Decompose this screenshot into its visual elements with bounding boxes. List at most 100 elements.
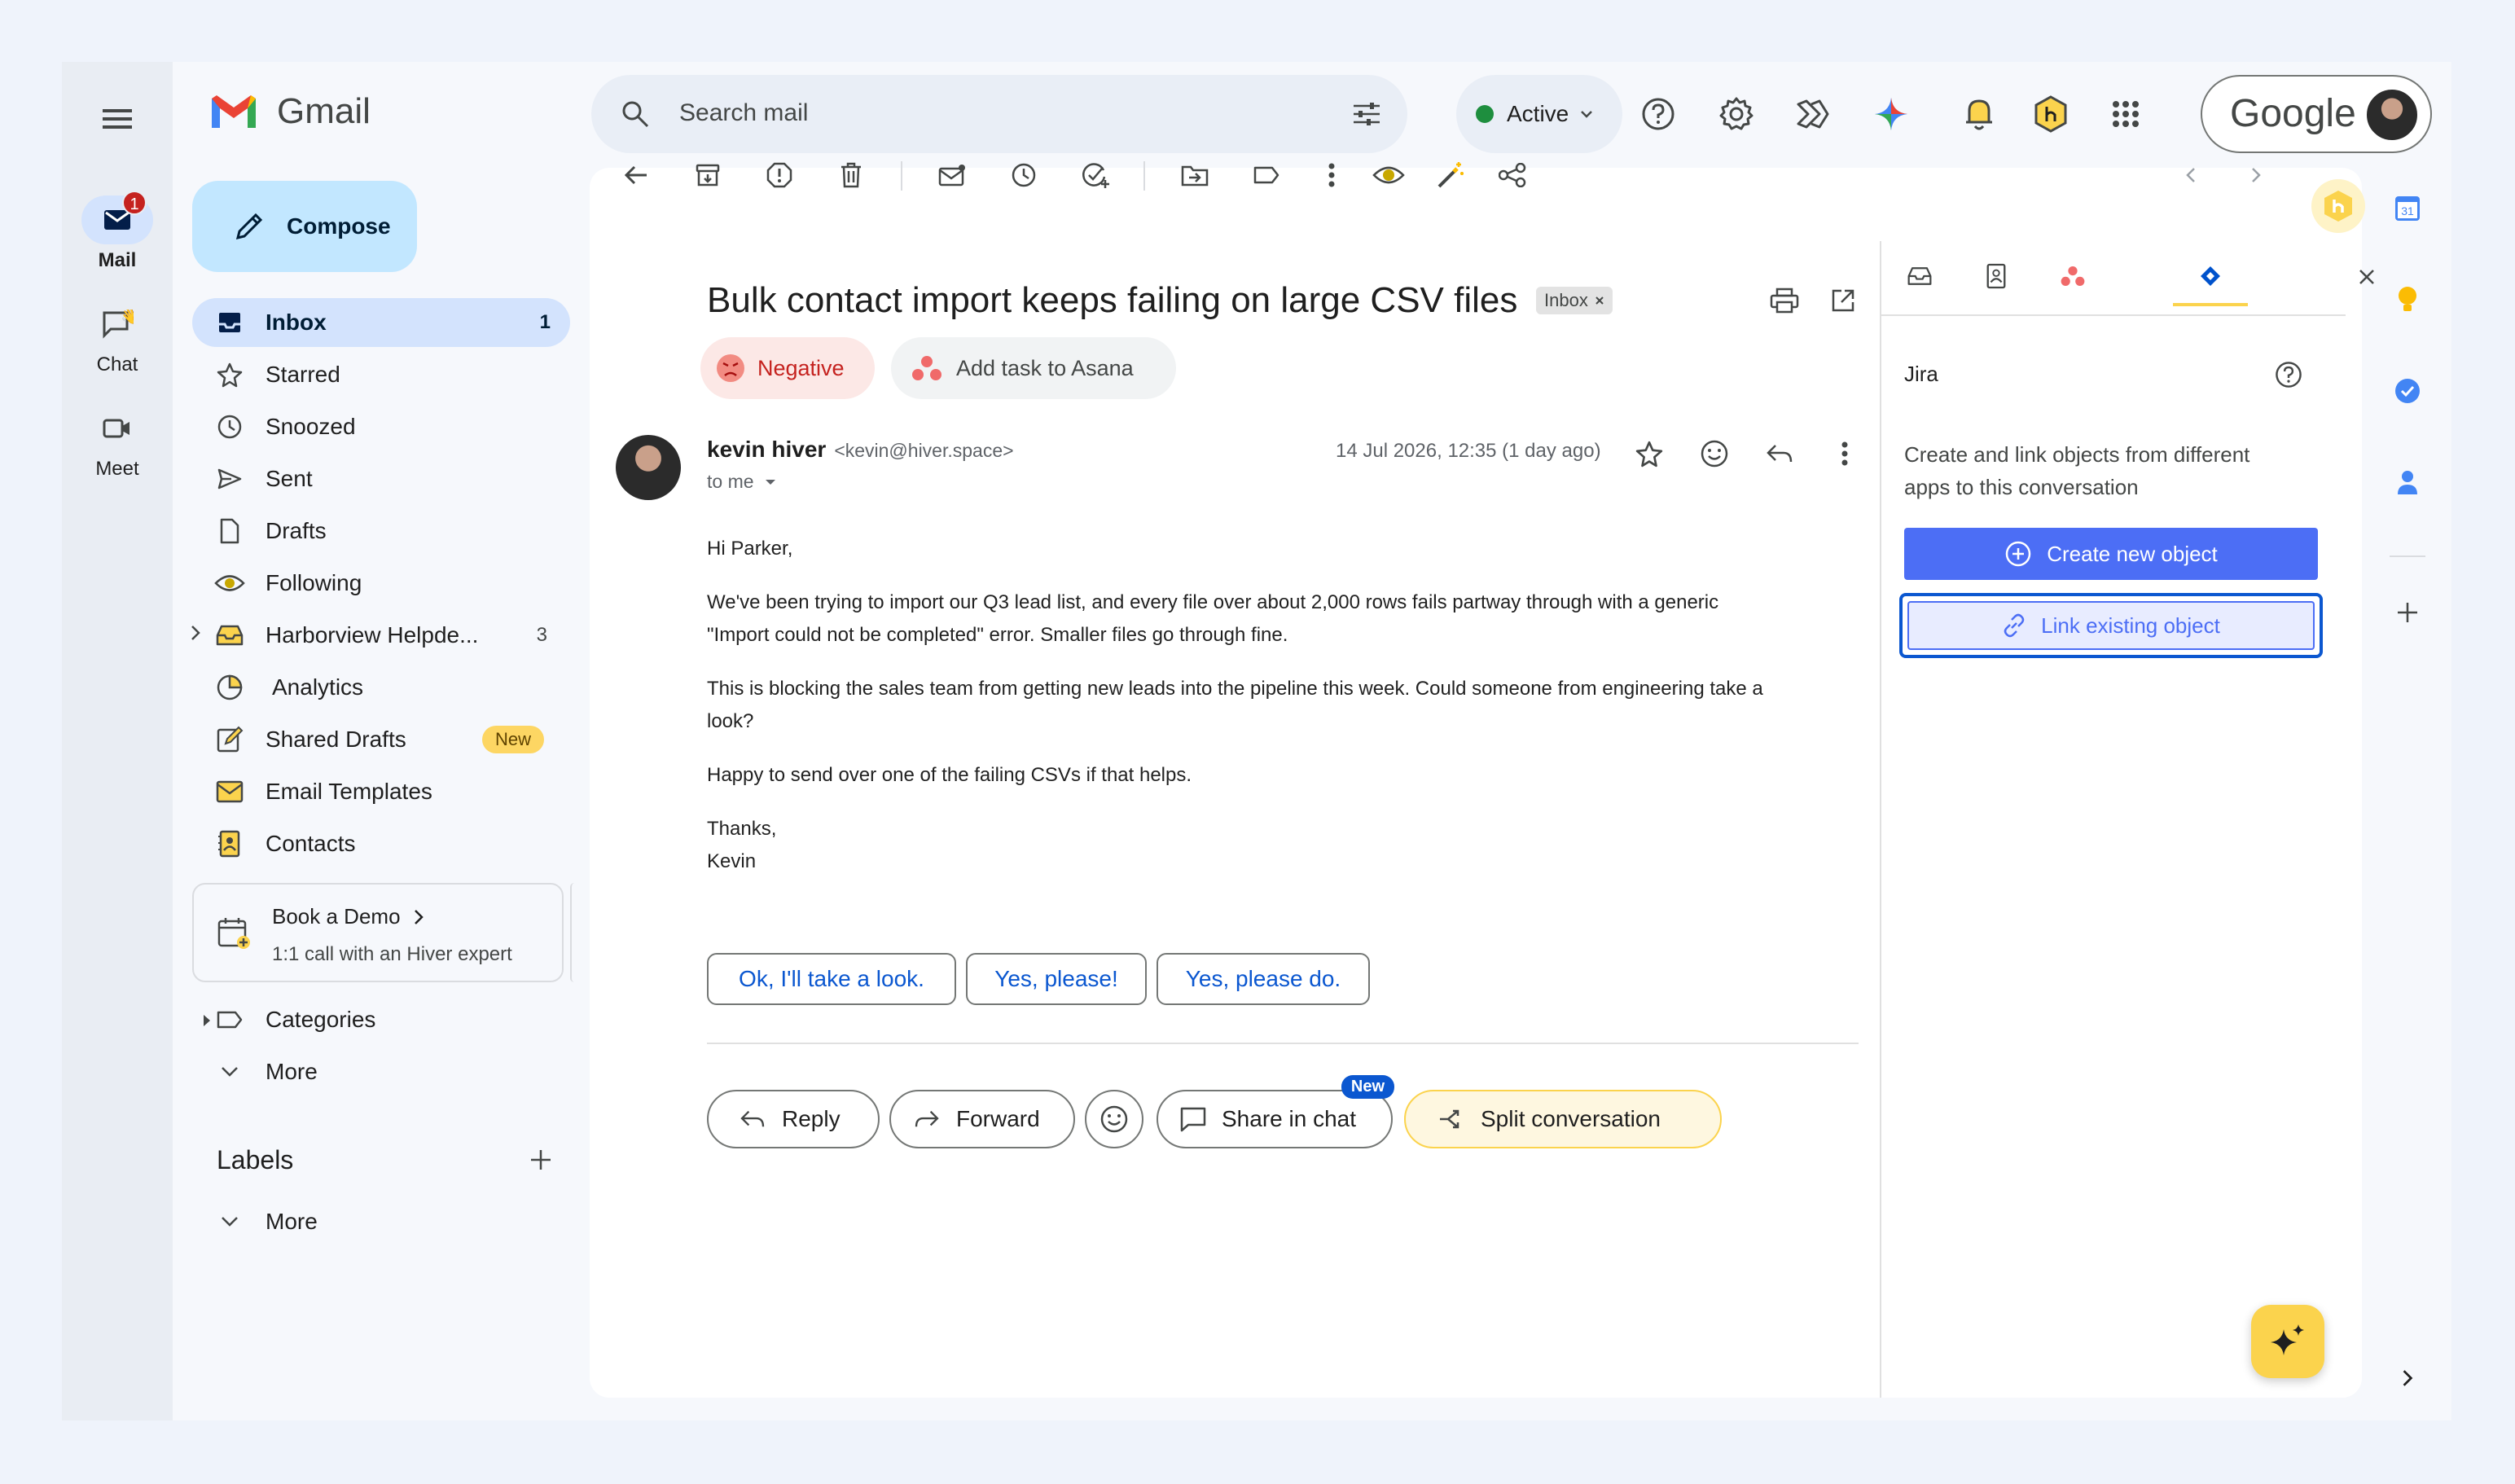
search-input[interactable]: Search mail — [679, 99, 808, 127]
sentiment-chip[interactable]: Negative — [700, 337, 875, 399]
gemini-sparkle-icon[interactable] — [1868, 91, 1914, 137]
older-chevron-icon[interactable] — [2240, 155, 2272, 195]
rail-chat[interactable]: 👋 Chat — [62, 300, 173, 376]
panel-tab-asana-icon[interactable] — [2052, 256, 2093, 296]
add-to-tasks-icon[interactable] — [1075, 155, 1116, 195]
google-account-button[interactable]: Google — [2201, 75, 2432, 153]
contacts-icon — [205, 830, 254, 858]
report-spam-icon[interactable] — [759, 155, 800, 195]
main-menu-icon[interactable] — [90, 91, 145, 147]
reply-icon[interactable] — [1759, 433, 1800, 474]
snooze-icon[interactable] — [1003, 155, 1044, 195]
remove-label-icon[interactable] — [1595, 296, 1604, 305]
send-icon — [205, 468, 254, 490]
emoji-react-icon[interactable] — [1694, 433, 1735, 474]
follow-eye-icon[interactable] — [1368, 155, 1409, 195]
nav-harborview-helpdesk[interactable]: Harborview Helpde... 3 — [192, 611, 567, 660]
settings-gear-icon[interactable] — [1714, 91, 1759, 137]
status-selector[interactable]: Active — [1456, 75, 1622, 153]
panel-tab-inbox-icon[interactable] — [1899, 256, 1940, 296]
message-more-icon[interactable] — [1824, 433, 1865, 474]
star-message-icon[interactable] — [1629, 433, 1670, 474]
search-icon[interactable] — [616, 94, 655, 134]
smart-reply-2[interactable]: Yes, please! — [966, 953, 1147, 1005]
more-vert-icon[interactable] — [1311, 155, 1352, 195]
nav-shared-drafts[interactable]: Shared Drafts New — [192, 715, 567, 764]
angry-face-icon — [715, 353, 746, 384]
calendar-app-icon[interactable]: 31 — [2390, 191, 2425, 226]
close-panel-icon[interactable] — [2349, 259, 2385, 295]
open-new-window-icon[interactable] — [1823, 280, 1863, 321]
forward-button[interactable]: Forward — [889, 1090, 1075, 1148]
share-in-chat-button[interactable]: Share in chat New — [1157, 1075, 1394, 1148]
panel-tab-contacts-icon[interactable] — [1976, 256, 2017, 296]
svg-text:👋: 👋 — [121, 310, 134, 325]
newer-chevron-icon[interactable] — [2175, 155, 2207, 195]
gmail-logo[interactable]: Gmail — [208, 91, 371, 132]
contacts-app-icon[interactable] — [2390, 464, 2425, 500]
compose-button[interactable]: Compose — [192, 181, 417, 272]
mark-unread-icon[interactable] — [932, 155, 972, 195]
labels-more[interactable]: More — [192, 1197, 567, 1246]
move-to-icon[interactable] — [1174, 155, 1215, 195]
calendar-add-icon — [215, 914, 252, 951]
split-conversation-button[interactable]: Split conversation — [1404, 1090, 1722, 1148]
apps-grid-icon[interactable] — [2103, 91, 2149, 137]
nav-analytics[interactable]: Analytics — [192, 663, 567, 712]
pie-chart-icon — [205, 674, 254, 701]
inbox-label-chip[interactable]: Inbox — [1536, 287, 1613, 314]
nav-inbox[interactable]: Inbox 1 — [192, 298, 570, 347]
sender-name[interactable]: kevin hiver — [707, 437, 826, 463]
hiver-shield-icon[interactable] — [2028, 91, 2074, 137]
status-dot — [1476, 105, 1494, 123]
archive-icon[interactable] — [687, 155, 728, 195]
body-paragraph-1-line-2: "Import could not be completed" error. S… — [707, 624, 1288, 646]
magic-wand-icon[interactable] — [1430, 155, 1471, 195]
hide-side-panel-icon[interactable] — [2390, 1360, 2425, 1396]
nav-starred[interactable]: Starred — [192, 350, 567, 399]
keep-app-icon[interactable] — [2390, 282, 2425, 318]
search-bar[interactable]: Search mail — [591, 75, 1407, 153]
rail-mail[interactable]: 1 Mail — [62, 191, 173, 272]
help-icon[interactable] — [1635, 91, 1681, 137]
nav-following[interactable]: Following — [192, 559, 567, 608]
nav-categories[interactable]: Categories — [192, 995, 567, 1044]
notification-bell-icon[interactable] — [1956, 91, 2002, 137]
app-rail: 1 Mail 👋 Chat Meet — [62, 62, 173, 1420]
link-existing-object-button[interactable]: Link existing object — [1899, 593, 2323, 658]
rail-meet[interactable]: Meet — [62, 404, 173, 481]
nav-snoozed[interactable]: Snoozed — [192, 402, 567, 451]
reply-button[interactable]: Reply — [707, 1090, 880, 1148]
hiver-flow-icon[interactable] — [1790, 91, 1836, 137]
panel-help-icon[interactable] — [2271, 357, 2307, 393]
recipients-toggle[interactable]: to me — [707, 471, 777, 493]
search-options-icon[interactable] — [1349, 96, 1385, 132]
get-addons-icon[interactable] — [2390, 595, 2425, 630]
hiver-side-panel — [1880, 241, 2346, 1398]
smart-reply-3[interactable]: Yes, please do. — [1157, 953, 1370, 1005]
nav-sent[interactable]: Sent — [192, 454, 567, 503]
print-icon[interactable] — [1764, 280, 1805, 321]
smart-reply-1[interactable]: Ok, I'll take a look. — [707, 953, 956, 1005]
panel-tab-jira-icon[interactable] — [2173, 256, 2248, 296]
nav-contacts[interactable]: Contacts — [192, 819, 567, 868]
plus-circle-icon — [2004, 540, 2032, 568]
book-demo-card[interactable]: Book a Demo 1:1 call with an Hiver exper… — [192, 883, 564, 982]
tasks-app-icon[interactable] — [2390, 373, 2425, 409]
create-new-object-button[interactable]: Create new object — [1904, 528, 2318, 580]
panel-tab-active-indicator — [2173, 303, 2248, 306]
add-task-asana-chip[interactable]: Add task to Asana — [891, 337, 1176, 399]
message-divider — [707, 1043, 1859, 1044]
back-arrow-icon[interactable] — [616, 155, 656, 195]
hiver-sidebar-icon[interactable] — [2311, 179, 2365, 233]
emoji-reaction-button[interactable] — [1085, 1090, 1143, 1148]
label-as-icon[interactable] — [1246, 155, 1287, 195]
delete-icon[interactable] — [831, 155, 871, 195]
share-nodes-icon[interactable] — [1492, 155, 1533, 195]
ai-sparkle-fab[interactable] — [2251, 1305, 2324, 1378]
nav-email-templates[interactable]: Email Templates — [192, 767, 567, 816]
nav-more[interactable]: More — [192, 1047, 567, 1096]
nav-drafts[interactable]: Drafts — [192, 507, 567, 555]
add-label-icon[interactable] — [523, 1142, 559, 1178]
sender-avatar[interactable] — [616, 435, 681, 500]
